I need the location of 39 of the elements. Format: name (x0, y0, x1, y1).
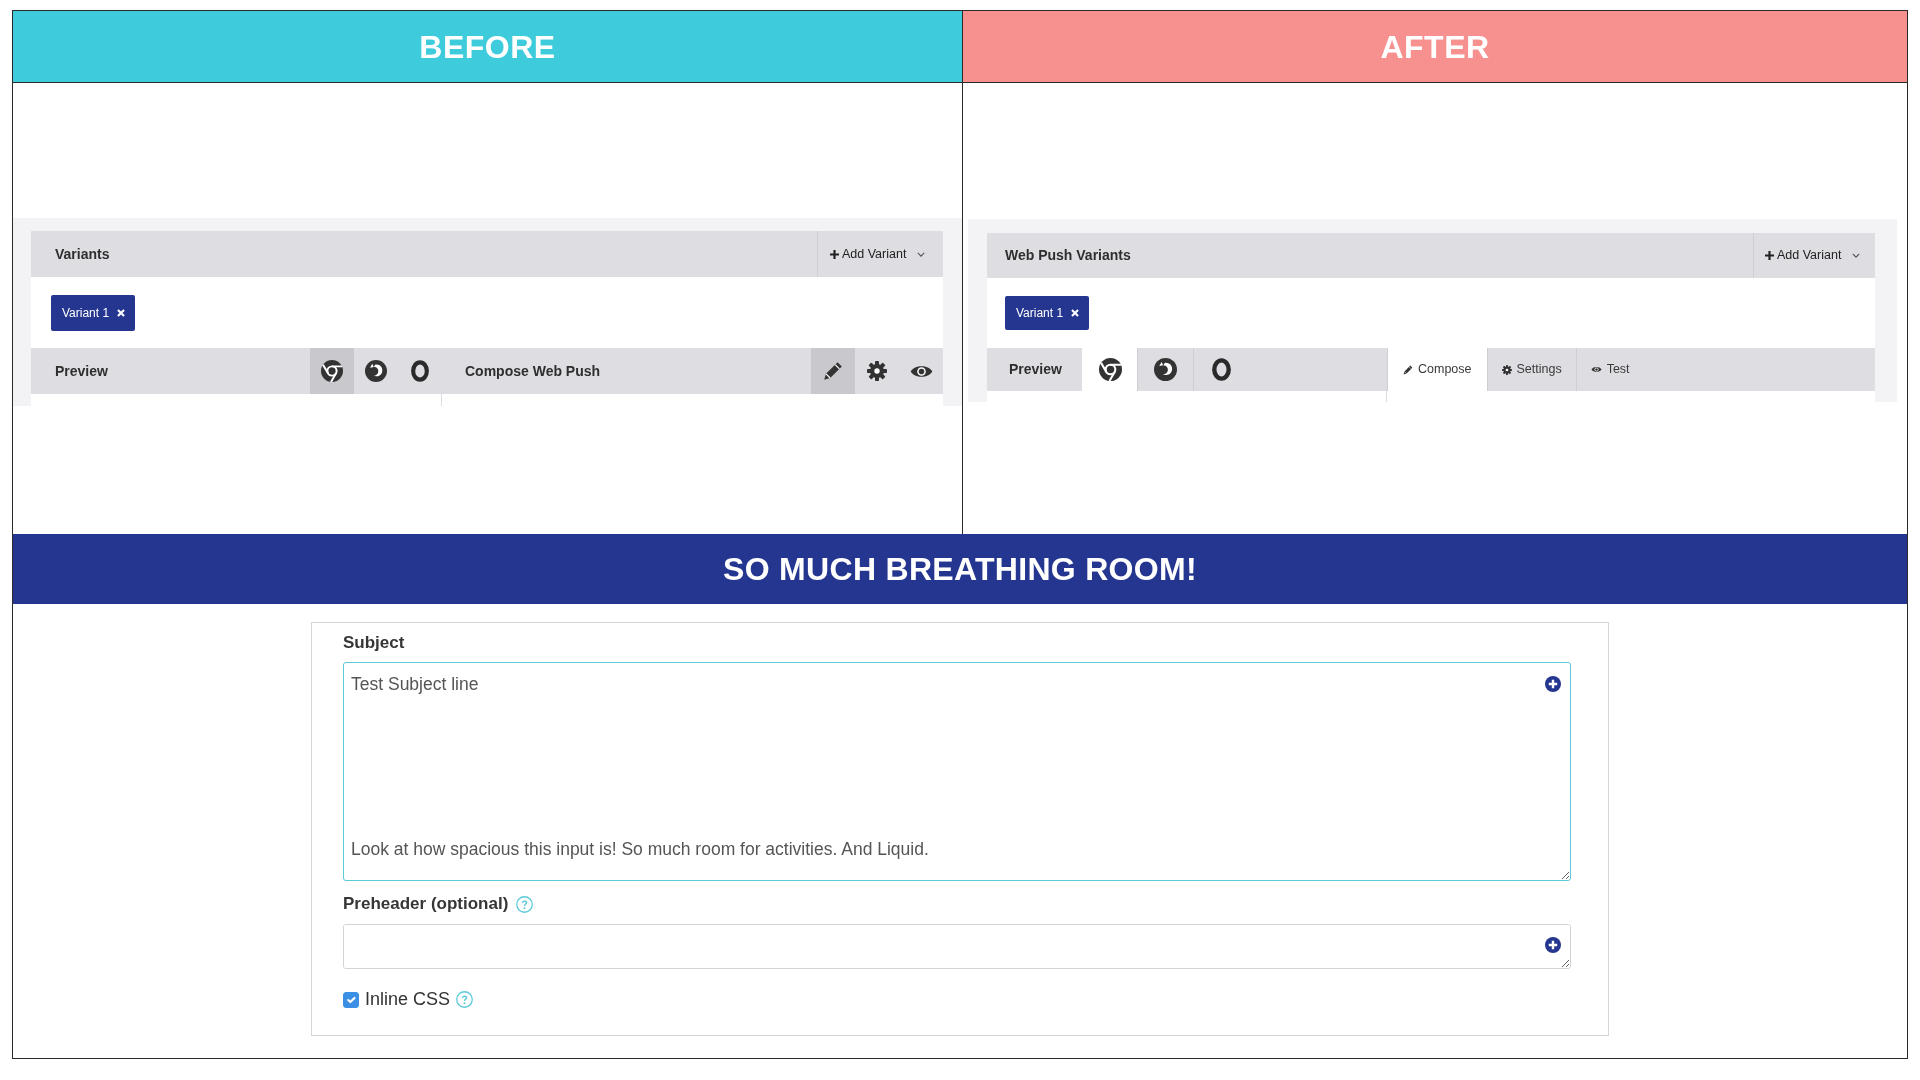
firefox-icon (365, 360, 387, 382)
add-circle-icon[interactable] (1545, 676, 1561, 692)
field-label: Preheader (optional) (343, 893, 509, 915)
plus-icon (830, 249, 839, 259)
card-title: Web Push Variants (1004, 246, 1132, 265)
plus-icon (1765, 251, 1774, 260)
card-title: Variants (54, 244, 111, 264)
section-heading: BEFORE (13, 11, 962, 83)
compose-title: Compose Web Push (464, 361, 602, 381)
preview-label: Preview (1008, 360, 1063, 379)
variant-tag[interactable]: Variant 1 (1005, 296, 1090, 330)
edit-button[interactable] (811, 348, 855, 394)
browser-tab[interactable] (310, 348, 354, 394)
pencil-icon (1403, 364, 1413, 375)
subject-field[interactable]: Test Subject line Look at how spacious this input is! So much room for activities. And Liquid. (343, 662, 1571, 881)
chrome-icon (1098, 358, 1122, 381)
opera-icon (411, 360, 429, 382)
close-icon[interactable] (117, 309, 126, 317)
section-heading: AFTER (963, 11, 1907, 83)
eye-icon (1590, 366, 1602, 373)
close-icon[interactable] (1071, 309, 1080, 317)
firefox-icon (1154, 358, 1177, 381)
checkbox[interactable] (343, 991, 359, 1008)
opera-icon (1212, 358, 1231, 381)
variant-tag[interactable]: Variant 1 (51, 295, 136, 331)
chevron-down-icon (917, 251, 926, 257)
pencil-icon (823, 361, 843, 381)
settings-icon (1501, 364, 1512, 375)
field-label: Subject (343, 632, 405, 654)
editor-tab[interactable]: Compose (1387, 348, 1487, 391)
preview-label: Preview (54, 361, 109, 381)
chevron-down-icon (1852, 253, 1861, 258)
checkbox-label: Inline CSS (365, 988, 451, 1011)
chrome-icon (321, 360, 343, 382)
preheader-field[interactable] (343, 924, 1571, 969)
settings-icon (867, 361, 887, 381)
add-circle-icon[interactable] (1545, 937, 1561, 953)
caption-banner: SO MUCH BREATHING ROOM! (13, 534, 1907, 604)
eye-icon (909, 363, 933, 379)
